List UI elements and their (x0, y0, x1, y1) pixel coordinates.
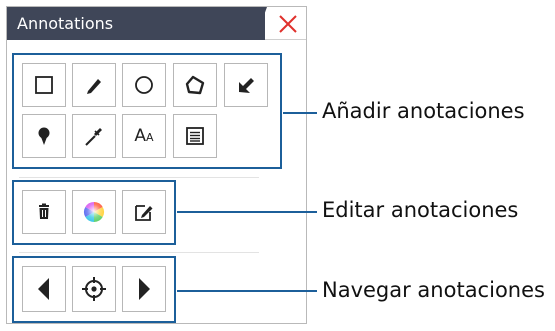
previous-annotation[interactable] (22, 266, 66, 312)
close-button[interactable] (275, 11, 301, 37)
pencil-icon (87, 79, 101, 94)
delete-tool[interactable] (22, 190, 66, 234)
rectangle-tool[interactable] (22, 63, 66, 107)
edit-icon (135, 205, 153, 221)
navigate-callout-line (177, 290, 317, 292)
ellipse-tool[interactable] (122, 63, 166, 107)
text-icon: AA (134, 126, 154, 146)
title-tab-slant (255, 7, 267, 40)
panel-title: Annotations (17, 14, 114, 33)
navigate-annotations-label: Navegar anotaciones (322, 278, 545, 302)
pin-tool[interactable] (22, 114, 66, 158)
color-tool[interactable] (72, 190, 116, 234)
separator (19, 252, 259, 253)
note-icon (186, 127, 204, 145)
add-annotations-label: Añadir anotaciones (322, 99, 525, 123)
rectangle-icon (35, 76, 53, 94)
trash-icon (39, 203, 49, 219)
ruler-tool[interactable] (72, 114, 116, 158)
pencil-tool[interactable] (72, 63, 116, 107)
edit-tool[interactable] (122, 190, 166, 234)
close-x-icon (279, 15, 297, 33)
triangle-left-icon (38, 278, 49, 300)
edit-annotations-label: Editar anotaciones (322, 198, 519, 222)
next-annotation[interactable] (122, 266, 166, 312)
note-tool[interactable] (173, 114, 217, 158)
focus-annotation[interactable] (72, 266, 116, 312)
triangle-right-icon (139, 278, 150, 300)
color-wheel-icon (84, 202, 104, 222)
add-callout-line (283, 112, 317, 114)
text-tool[interactable]: AA (122, 114, 166, 158)
annotations-panel: Annotations AA (6, 6, 307, 324)
ruler-icon (85, 128, 102, 146)
title-bar: Annotations (7, 7, 306, 40)
arrow-icon (239, 78, 254, 93)
pin-icon (38, 127, 50, 145)
polygon-icon (185, 75, 205, 95)
edit-callout-line (177, 211, 317, 213)
arrow-tool[interactable] (224, 63, 268, 107)
title-divider (265, 39, 306, 40)
crosshair-icon (82, 277, 106, 301)
polygon-tool[interactable] (173, 63, 217, 107)
circle-icon (135, 76, 153, 94)
separator (19, 177, 259, 178)
